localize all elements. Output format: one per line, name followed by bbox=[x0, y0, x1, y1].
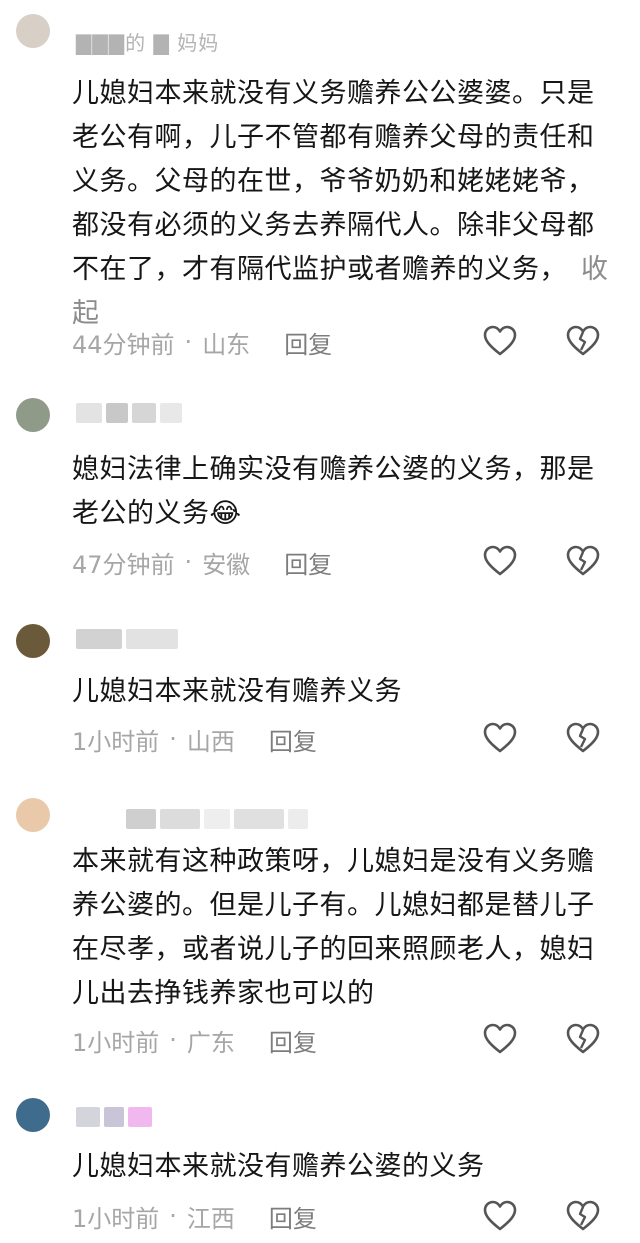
comment-text: 媳妇法律上确实没有赡养公婆的义务，那是老公的义务😂 bbox=[72, 448, 620, 536]
location: 安徽 bbox=[202, 550, 251, 579]
heart-outline-icon[interactable] bbox=[483, 1200, 517, 1232]
username-blur bbox=[76, 629, 122, 649]
meta-separator: · bbox=[184, 328, 193, 356]
username-blur bbox=[76, 403, 102, 423]
username-blur bbox=[234, 809, 284, 829]
comment-text: 本来就有这种政策呀，儿媳妇是没有义务赡养公婆的。但是儿子有。儿媳妇都是替儿子在尽… bbox=[72, 840, 620, 1016]
avatar[interactable] bbox=[16, 14, 50, 48]
username-blur bbox=[104, 1107, 124, 1127]
username-blur bbox=[132, 403, 156, 423]
reply-button[interactable]: 回复 bbox=[269, 722, 317, 757]
username[interactable] bbox=[126, 808, 312, 830]
heart-outline-icon[interactable] bbox=[483, 545, 517, 577]
username-blur bbox=[126, 629, 178, 649]
timestamp: 44分钟前 bbox=[72, 330, 175, 359]
meta-separator: · bbox=[169, 1202, 177, 1230]
comment-text: 儿媳妇本来就没有义务赡养公公婆婆。只是老公有啊，儿子不管都有赡养父母的责任和义务… bbox=[72, 72, 620, 336]
timestamp: 1小时前 bbox=[72, 1028, 160, 1057]
username-blur bbox=[128, 1107, 152, 1127]
meta-separator: · bbox=[169, 1026, 177, 1054]
timestamp: 1小时前 bbox=[72, 1204, 160, 1233]
avatar[interactable] bbox=[16, 1098, 50, 1132]
username[interactable] bbox=[76, 628, 182, 650]
username-text: ▇▇▇的 ▇ 妈妈 bbox=[76, 30, 220, 55]
username-blur bbox=[126, 809, 156, 829]
heart-outline-icon[interactable] bbox=[483, 325, 517, 357]
meta-separator: · bbox=[169, 725, 177, 753]
reply-button[interactable]: 回复 bbox=[269, 1199, 317, 1234]
username[interactable]: ▇▇▇的 ▇ 妈妈 bbox=[76, 30, 219, 55]
comment-body: 儿媳妇本来就没有义务赡养公公婆婆。只是老公有啊，儿子不管都有赡养父母的责任和义务… bbox=[72, 78, 595, 285]
comment-meta: 1小时前 · 江西 回复 bbox=[72, 1198, 317, 1234]
avatar[interactable] bbox=[16, 624, 50, 658]
reply-button[interactable]: 回复 bbox=[269, 1023, 317, 1058]
timestamp: 47分钟前 bbox=[72, 550, 175, 579]
comment-body: 儿媳妇本来就没有赡养义务 bbox=[72, 676, 402, 707]
comment-meta: 44分钟前 · 山东 回复 bbox=[72, 324, 332, 360]
reply-button[interactable]: 回复 bbox=[284, 545, 332, 580]
reply-button[interactable]: 回复 bbox=[284, 325, 332, 360]
username-blur bbox=[76, 1107, 100, 1127]
comment-body: 儿媳妇本来就没有赡养公婆的义务 bbox=[72, 1151, 485, 1182]
username-blur bbox=[160, 403, 182, 423]
comment-text: 儿媳妇本来就没有赡养义务 bbox=[72, 670, 620, 714]
username-blur bbox=[160, 809, 200, 829]
broken-heart-icon[interactable] bbox=[566, 1200, 600, 1232]
comment-meta: 1小时前 · 山西 回复 bbox=[72, 721, 317, 757]
avatar[interactable] bbox=[16, 398, 50, 432]
heart-outline-icon[interactable] bbox=[483, 1023, 517, 1055]
comment-body: 本来就有这种政策呀，儿媳妇是没有义务赡养公婆的。但是儿子有。儿媳妇都是替儿子在尽… bbox=[72, 846, 595, 1009]
comment-meta: 1小时前 · 广东 回复 bbox=[72, 1022, 317, 1058]
comment-meta: 47分钟前 · 安徽 回复 bbox=[72, 544, 332, 580]
username[interactable] bbox=[76, 402, 186, 424]
username-blur bbox=[288, 809, 308, 829]
broken-heart-icon[interactable] bbox=[566, 1023, 600, 1055]
broken-heart-icon[interactable] bbox=[566, 722, 600, 754]
timestamp: 1小时前 bbox=[72, 727, 160, 756]
location: 山东 bbox=[202, 330, 251, 359]
heart-outline-icon[interactable] bbox=[483, 722, 517, 754]
location: 山西 bbox=[186, 727, 235, 756]
location: 江西 bbox=[186, 1204, 235, 1233]
comment-body: 媳妇法律上确实没有赡养公婆的义务，那是老公的义务😂 bbox=[72, 454, 595, 529]
broken-heart-icon[interactable] bbox=[566, 545, 600, 577]
location: 广东 bbox=[186, 1028, 235, 1057]
meta-separator: · bbox=[184, 548, 193, 576]
broken-heart-icon[interactable] bbox=[566, 325, 600, 357]
username-blur bbox=[106, 403, 128, 423]
avatar[interactable] bbox=[16, 798, 50, 832]
username[interactable] bbox=[76, 1106, 156, 1128]
username-blur bbox=[204, 809, 230, 829]
comment-text: 儿媳妇本来就没有赡养公婆的义务 bbox=[72, 1145, 620, 1189]
